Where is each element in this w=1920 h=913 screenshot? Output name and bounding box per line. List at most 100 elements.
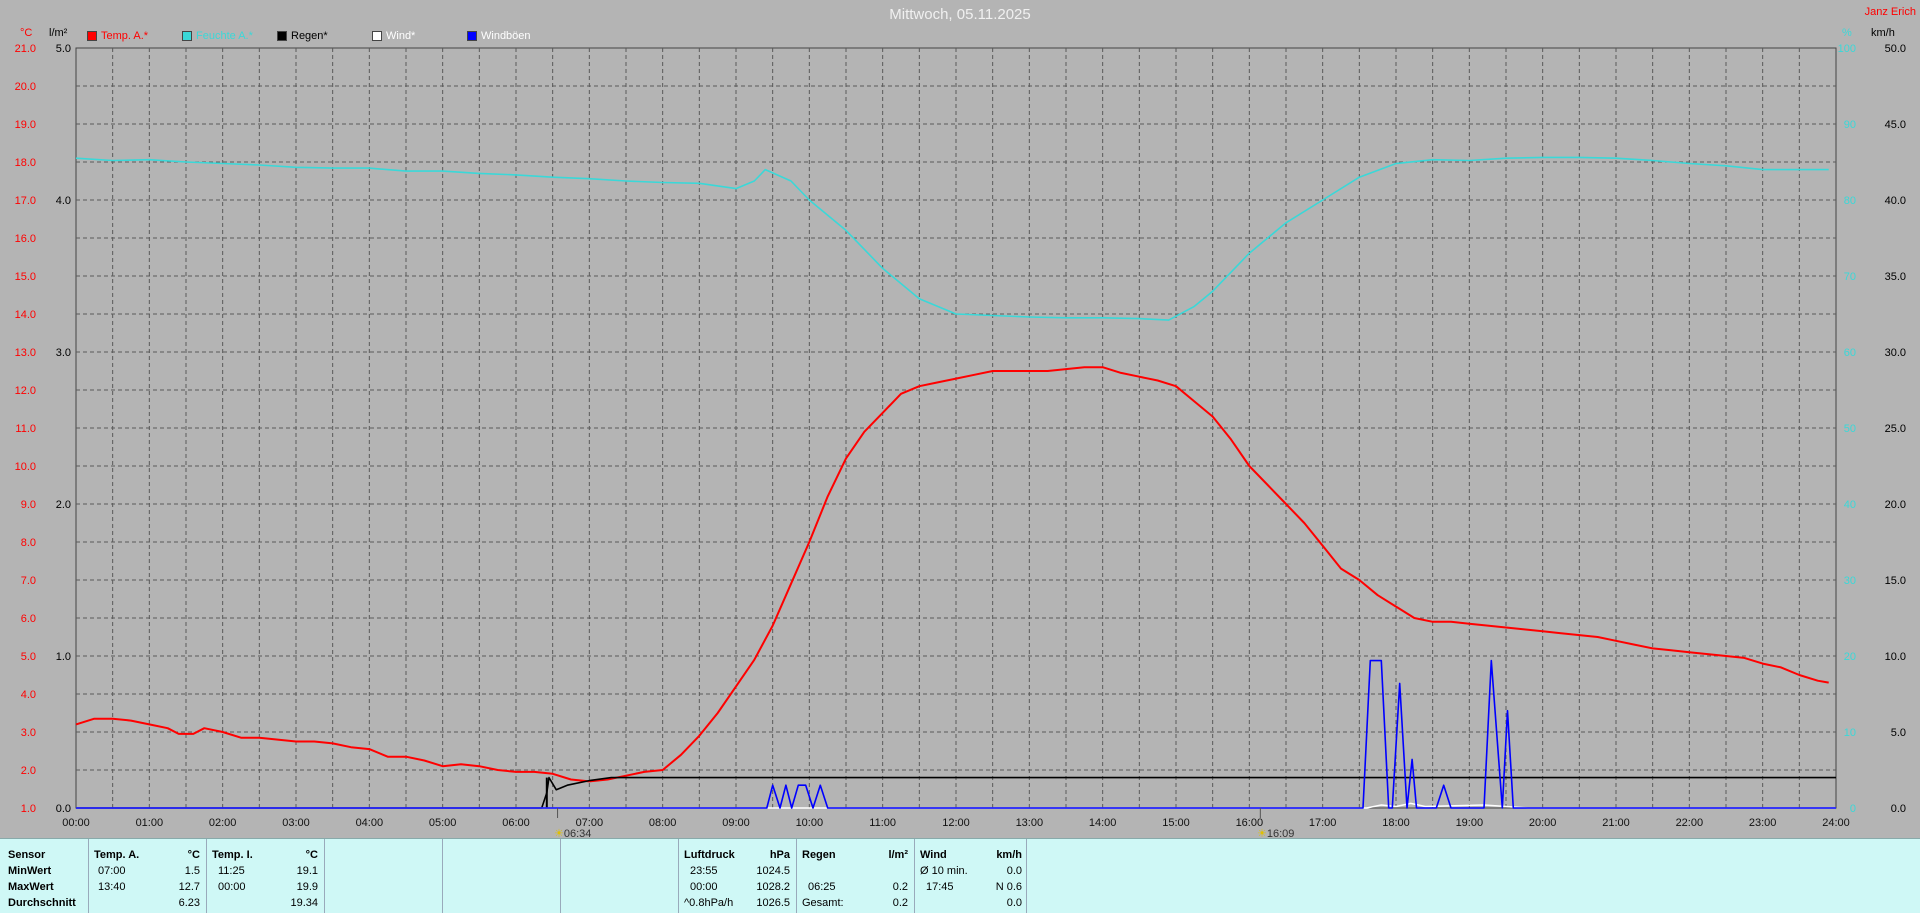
- temp-axis-tick-label: 1.0: [21, 803, 36, 815]
- stats-value-temp-i-avg: 19.34: [290, 897, 318, 909]
- legend-swatch-wind: [372, 31, 382, 41]
- x-tick-label: 09:00: [722, 817, 750, 829]
- temp-axis-tick-label: 15.0: [15, 271, 36, 283]
- pct-axis-tick-label: 40: [1844, 499, 1856, 511]
- stats-value-temp-i-max: 19.9: [296, 881, 318, 893]
- x-tick-label: 06:00: [502, 817, 530, 829]
- temp-axis-tick-label: 12.0: [15, 385, 36, 397]
- wind-unit-label: km/h: [1871, 27, 1895, 39]
- legend-label-rain: Regen*: [291, 30, 328, 42]
- temp-axis-tick-label: 13.0: [15, 347, 36, 359]
- wind-axis-tick-label: 0.0: [1891, 803, 1906, 815]
- rain-axis-tick-label: 0.0: [56, 803, 71, 815]
- stats-value-pressure-min: 1024.5: [756, 865, 790, 877]
- x-tick-label: 20:00: [1529, 817, 1557, 829]
- x-tick-label: 14:00: [1089, 817, 1117, 829]
- stats-section-temp-a: Temp. A. °C 07:00 13:40 1.5 12.7 6.23: [88, 839, 207, 913]
- legend-gusts: Windböen: [467, 30, 531, 42]
- stats-value-temp-a-min: 1.5: [184, 865, 200, 877]
- stats-section-empty-3: [560, 839, 679, 913]
- temp-axis-tick-label: 20.0: [15, 81, 36, 93]
- rain-axis-tick-label: 2.0: [56, 499, 71, 511]
- stats-time-temp-i-max: 00:00: [218, 881, 246, 893]
- x-tick-label: 00:00: [62, 817, 90, 829]
- author-label: Janz Erich: [1864, 6, 1916, 18]
- pct-axis-tick-label: 90: [1844, 119, 1856, 131]
- temp-axis-tick-label: 17.0: [15, 195, 36, 207]
- temp-axis-tick-label: 14.0: [15, 309, 36, 321]
- x-tick-label: 18:00: [1382, 817, 1410, 829]
- x-tick-label: 21:00: [1602, 817, 1630, 829]
- stats-time-wind-min: Ø 10 min.: [920, 865, 968, 877]
- x-tick-label: 24:00: [1822, 817, 1850, 829]
- pct-axis-tick-label: 50: [1844, 423, 1856, 435]
- stats-section-rain: Regen l/m² 06:25 Gesamt: 0.2 0.2: [796, 839, 915, 913]
- wind-axis-tick-label: 40.0: [1885, 195, 1906, 207]
- x-tick-label: 02:00: [209, 817, 237, 829]
- legend-wind: Wind*: [372, 30, 415, 42]
- temp-axis-tick-label: 5.0: [21, 651, 36, 663]
- rain-axis-tick-label: 4.0: [56, 195, 71, 207]
- stats-row-label-max: MaxWert: [8, 881, 54, 893]
- x-tick-label: 12:00: [942, 817, 970, 829]
- stats-unit-wind: km/h: [996, 849, 1022, 861]
- stats-section-pressure: Luftdruck hPa 23:55 00:00 ^0.8hPa/h 1024…: [678, 839, 797, 913]
- pct-axis-tick-label: 20: [1844, 651, 1856, 663]
- legend-swatch-gusts: [467, 31, 477, 41]
- x-tick-label: 03:00: [282, 817, 310, 829]
- temp-axis-tick-label: 3.0: [21, 727, 36, 739]
- legend-label-humidity: Feuchte A.*: [196, 30, 253, 42]
- stats-unit-temp-i: °C: [305, 849, 318, 861]
- wind-axis-tick-label: 5.0: [1891, 727, 1906, 739]
- pct-unit-label: %: [1842, 27, 1852, 39]
- x-tick-label: 01:00: [136, 817, 164, 829]
- wind-axis-tick-label: 30.0: [1885, 347, 1906, 359]
- temp-axis-tick-label: 2.0: [21, 765, 36, 777]
- stats-time-temp-a-min: 07:00: [98, 865, 126, 877]
- pct-axis-tick-label: 100: [1838, 43, 1856, 55]
- wind-axis-tick-label: 20.0: [1885, 499, 1906, 511]
- rain-axis-tick-label: 3.0: [56, 347, 71, 359]
- pct-axis-tick-label: 70: [1844, 271, 1856, 283]
- temp-axis-tick-label: 7.0: [21, 575, 36, 587]
- stats-time-temp-a-max: 13:40: [98, 881, 126, 893]
- chart-title: Mittwoch, 05.11.2025: [889, 6, 1031, 23]
- x-tick-label: 13:00: [1016, 817, 1044, 829]
- temp-axis-tick-label: 19.0: [15, 119, 36, 131]
- temp-axis-tick-label: 10.0: [15, 461, 36, 473]
- stats-row-label-avg: Durchschnitt: [8, 897, 76, 909]
- x-tick-label: 08:00: [649, 817, 677, 829]
- temp-axis-tick-label: 9.0: [21, 499, 36, 511]
- weather-chart: 00:00 01:00 02:00 03:00 04:00 05:00 06:00 07:00…: [15, 43, 1906, 829]
- pct-axis-tick-label: 0: [1850, 803, 1856, 815]
- x-tick-label: 05:00: [429, 817, 457, 829]
- legend-label-wind: Wind*: [386, 30, 416, 42]
- stats-value-rain-max: 0.2: [892, 881, 908, 893]
- wind-axis-tick-label: 50.0: [1885, 43, 1906, 55]
- stats-section-sensor: Sensor MinWert MaxWert Durchschnitt: [0, 839, 89, 913]
- legend-swatch-temp-a: [87, 31, 97, 41]
- temp-axis-tick-label: 11.0: [15, 423, 36, 435]
- legend-swatch-humidity: [182, 31, 192, 41]
- x-tick-label: 11:00: [869, 817, 896, 829]
- stats-time-wind-max: 17:45: [926, 881, 954, 893]
- stats-value-temp-a-max: 12.7: [178, 881, 200, 893]
- wind-axis-tick-label: 15.0: [1885, 575, 1906, 587]
- stats-value-wind-avg: 0.0: [1006, 897, 1022, 909]
- x-tick-label: 15:00: [1162, 817, 1190, 829]
- x-tick-label: 23:00: [1749, 817, 1777, 829]
- stats-value-pressure-avg: 1026.5: [756, 897, 790, 909]
- stats-row-label-min: MinWert: [8, 865, 52, 877]
- stats-header-pressure: Luftdruck: [684, 849, 735, 861]
- stats-time-pressure-min: 23:55: [690, 865, 718, 877]
- rain-unit-label: l/m²: [49, 27, 68, 39]
- wind-axis-tick-label: 45.0: [1885, 119, 1906, 131]
- legend-rain: Regen*: [277, 30, 328, 42]
- stats-time-temp-i-min: 11:25: [218, 865, 245, 877]
- temp-axis-tick-label: 4.0: [21, 689, 36, 701]
- wind-axis-tick-label: 35.0: [1885, 271, 1906, 283]
- legend-swatch-rain: [277, 31, 287, 41]
- stats-section-empty-2: [442, 839, 561, 913]
- stats-time-rain-max: 06:25: [808, 881, 836, 893]
- legend-humidity: Feuchte A.*: [182, 30, 253, 42]
